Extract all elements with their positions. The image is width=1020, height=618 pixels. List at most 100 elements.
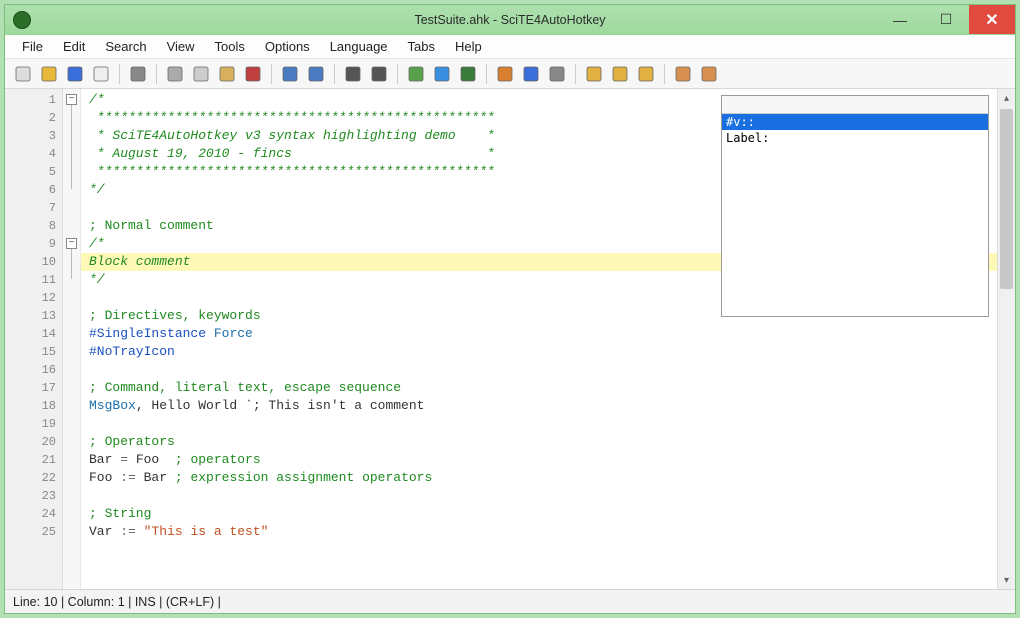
line-number: 14 <box>5 325 56 343</box>
line-number: 24 <box>5 505 56 523</box>
replace-icon <box>371 66 387 82</box>
menu-options[interactable]: Options <box>256 37 319 56</box>
code-line[interactable] <box>89 361 997 379</box>
ext-2-button[interactable] <box>608 62 632 86</box>
line-number: 19 <box>5 415 56 433</box>
menu-tools[interactable]: Tools <box>206 37 254 56</box>
paste-icon <box>219 66 235 82</box>
replace-button[interactable] <box>367 62 391 86</box>
code-line[interactable]: #NoTrayIcon <box>89 343 997 361</box>
code-line[interactable]: Bar = Foo ; operators <box>89 451 997 469</box>
minimize-button[interactable]: — <box>877 5 923 34</box>
line-number: 21 <box>5 451 56 469</box>
cut-button[interactable] <box>163 62 187 86</box>
save-as-button[interactable] <box>89 62 113 86</box>
symbols-panel-header <box>722 96 988 114</box>
goto-prev-icon <box>408 66 424 82</box>
symbol-item[interactable]: #v:: <box>722 114 988 130</box>
debug-button[interactable] <box>456 62 480 86</box>
scroll-up-arrow[interactable]: ▴ <box>998 89 1015 107</box>
symbols-panel[interactable]: #v::Label: <box>721 95 989 317</box>
symbol-item[interactable]: Label: <box>722 130 988 146</box>
print-icon <box>130 66 146 82</box>
line-number: 1 <box>5 91 56 109</box>
app-window: TestSuite.ahk - SciTE4AutoHotkey — ☐ ✕ F… <box>4 4 1016 614</box>
code-line[interactable] <box>89 415 997 433</box>
toolbar-separator <box>397 64 398 84</box>
tool-a-icon <box>497 66 513 82</box>
code-line[interactable]: #SingleInstance Force <box>89 325 997 343</box>
menu-language[interactable]: Language <box>321 37 397 56</box>
menu-edit[interactable]: Edit <box>54 37 94 56</box>
code-line[interactable]: ; Operators <box>89 433 997 451</box>
find-icon <box>345 66 361 82</box>
delete-button[interactable] <box>241 62 265 86</box>
status-text: Line: 10 | Column: 1 | INS | (CR+LF) | <box>13 595 221 609</box>
tool-b-button[interactable] <box>519 62 543 86</box>
paste-button[interactable] <box>215 62 239 86</box>
undo-icon <box>282 66 298 82</box>
save-button[interactable] <box>63 62 87 86</box>
undo-button[interactable] <box>278 62 302 86</box>
delete-icon <box>245 66 261 82</box>
fold-guide <box>71 249 72 279</box>
app-icon <box>13 11 31 29</box>
line-number: 11 <box>5 271 56 289</box>
tool-a-button[interactable] <box>493 62 517 86</box>
menu-file[interactable]: File <box>13 37 52 56</box>
ext-5-button[interactable] <box>697 62 721 86</box>
save-icon <box>67 66 83 82</box>
line-number: 3 <box>5 127 56 145</box>
redo-button[interactable] <box>304 62 328 86</box>
code-line[interactable]: Var := "This is a test" <box>89 523 997 541</box>
find-button[interactable] <box>341 62 365 86</box>
fold-column[interactable]: −− <box>63 89 81 589</box>
fold-toggle[interactable]: − <box>66 94 77 105</box>
goto-prev-button[interactable] <box>404 62 428 86</box>
print-button[interactable] <box>126 62 150 86</box>
ext-1-icon <box>586 66 602 82</box>
vertical-scrollbar[interactable]: ▴ ▾ <box>997 89 1015 589</box>
ext-2-icon <box>612 66 628 82</box>
fold-toggle[interactable]: − <box>66 238 77 249</box>
run-button[interactable] <box>430 62 454 86</box>
toolbar-separator <box>156 64 157 84</box>
line-number: 10 <box>5 253 56 271</box>
code-line[interactable]: ; Command, literal text, escape sequence <box>89 379 997 397</box>
code-line[interactable]: MsgBox, Hello World `; This isn't a comm… <box>89 397 997 415</box>
line-number: 17 <box>5 379 56 397</box>
toolbar-separator <box>334 64 335 84</box>
close-button[interactable]: ✕ <box>969 5 1015 34</box>
code-line[interactable]: ; String <box>89 505 997 523</box>
menu-search[interactable]: Search <box>96 37 155 56</box>
ext-4-button[interactable] <box>671 62 695 86</box>
line-number: 5 <box>5 163 56 181</box>
statusbar: Line: 10 | Column: 1 | INS | (CR+LF) | <box>5 589 1015 613</box>
tool-c-icon <box>549 66 565 82</box>
window-title: TestSuite.ahk - SciTE4AutoHotkey <box>414 13 605 27</box>
menu-view[interactable]: View <box>158 37 204 56</box>
save-as-icon <box>93 66 109 82</box>
line-number: 23 <box>5 487 56 505</box>
line-number: 15 <box>5 343 56 361</box>
scroll-thumb[interactable] <box>1000 109 1013 289</box>
open-button[interactable] <box>37 62 61 86</box>
new-button[interactable] <box>11 62 35 86</box>
line-number: 12 <box>5 289 56 307</box>
maximize-button[interactable]: ☐ <box>923 5 969 34</box>
copy-icon <box>193 66 209 82</box>
scroll-down-arrow[interactable]: ▾ <box>998 571 1015 589</box>
menu-tabs[interactable]: Tabs <box>399 37 444 56</box>
tool-c-button[interactable] <box>545 62 569 86</box>
titlebar: TestSuite.ahk - SciTE4AutoHotkey — ☐ ✕ <box>5 5 1015 35</box>
menubar: FileEditSearchViewToolsOptionsLanguageTa… <box>5 35 1015 59</box>
menu-help[interactable]: Help <box>446 37 491 56</box>
toolbar-separator <box>271 64 272 84</box>
code-line[interactable] <box>89 487 997 505</box>
cut-icon <box>167 66 183 82</box>
code-line[interactable]: Foo := Bar ; expression assignment opera… <box>89 469 997 487</box>
copy-button[interactable] <box>189 62 213 86</box>
ext-4-icon <box>675 66 691 82</box>
ext-3-button[interactable] <box>634 62 658 86</box>
ext-1-button[interactable] <box>582 62 606 86</box>
